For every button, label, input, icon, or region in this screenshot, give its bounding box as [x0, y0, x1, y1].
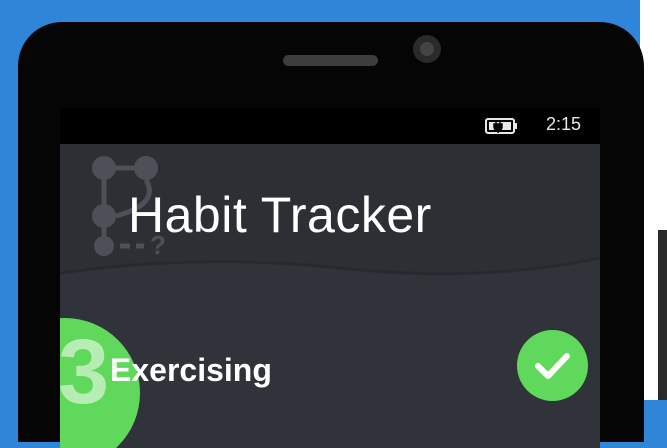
- desktop-window-edge: [658, 230, 667, 400]
- battery-charging-icon: [485, 118, 517, 134]
- phone-screen: 2:15 ? Habit Tracker 3 Exercising: [60, 108, 600, 448]
- status-bar: 2:15: [60, 108, 600, 144]
- checkmark-icon: [535, 353, 570, 379]
- front-camera: [413, 35, 441, 63]
- earpiece-speaker: [283, 55, 378, 66]
- mark-done-button[interactable]: [517, 330, 588, 401]
- habit-name: Exercising: [110, 352, 272, 388]
- habit-count: 3: [60, 321, 110, 423]
- habit-list-item[interactable]: 3 Exercising: [60, 318, 600, 448]
- status-time: 2:15: [546, 114, 582, 134]
- phone-frame: 2:15 ? Habit Tracker 3 Exercising: [18, 22, 644, 448]
- header-wave-divider: [60, 256, 600, 308]
